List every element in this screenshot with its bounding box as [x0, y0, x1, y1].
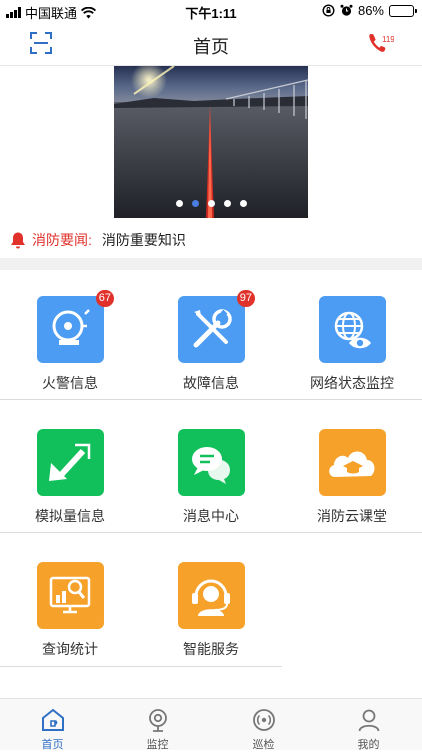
status-right: 86%	[322, 3, 417, 18]
fault-item[interactable]: 97 故障信息	[141, 270, 281, 400]
status-bar: 中国联通 下午1:11 86%	[0, 0, 422, 22]
expand-arrows-icon	[49, 443, 91, 481]
carousel-dot[interactable]	[223, 200, 231, 207]
query-stats-tile	[37, 562, 104, 629]
carousel-dots	[114, 200, 308, 207]
cloud-graduation-icon	[329, 451, 375, 477]
globe-eye-icon	[334, 311, 371, 349]
phone-number-label: 119	[382, 35, 394, 44]
rotation-lock-icon	[322, 4, 335, 17]
feature-row: 67 火警信息 97 故障信息 网络状态监控	[0, 270, 422, 400]
message-center-tile	[178, 429, 245, 496]
query-stats-label: 查询统计	[42, 641, 98, 657]
smart-service-tile	[178, 562, 245, 629]
smart-service-label: 智能服务	[183, 641, 239, 657]
news-ticker[interactable]: 消防要闻: 消防重要知识	[0, 226, 422, 254]
fire-classroom-label: 消防云课堂	[317, 508, 387, 524]
fault-badge: 97	[236, 290, 255, 307]
camera-icon	[149, 709, 167, 732]
analog-tile	[37, 429, 104, 496]
network-monitor-tile	[319, 296, 386, 363]
chat-bubbles-icon	[192, 447, 230, 484]
fire-classroom-item[interactable]: 消防云课堂	[282, 403, 422, 533]
row-divider	[0, 666, 282, 667]
message-center-item[interactable]: 消息中心	[141, 403, 281, 533]
network-monitor-item[interactable]: 网络状态监控	[282, 270, 422, 400]
carousel-dot[interactable]	[191, 200, 199, 207]
fault-label: 故障信息	[183, 375, 239, 391]
banner-image	[114, 66, 308, 218]
smart-service-item[interactable]: 智能服务	[141, 536, 281, 666]
query-stats-item[interactable]: 查询统计	[0, 536, 140, 666]
tab-home[interactable]: 首页	[0, 699, 105, 751]
analog-item[interactable]: 模拟量信息	[0, 403, 140, 533]
alarm-clock-icon	[340, 4, 353, 16]
headset-agent-icon	[192, 579, 230, 616]
fault-tile: 97	[178, 290, 255, 363]
emergency-call-button[interactable]: 119	[368, 31, 394, 55]
tab-bar: 首页 监控 巡检 我的	[0, 698, 422, 751]
news-headline[interactable]: 消防重要知识	[102, 230, 186, 250]
battery-percent: 86%	[357, 3, 384, 18]
tab-mine[interactable]: 我的	[316, 699, 421, 751]
tab-inspection[interactable]: 巡检	[211, 699, 316, 751]
fire-alarm-item[interactable]: 67 火警信息	[0, 270, 140, 400]
message-center-label: 消息中心	[183, 508, 239, 524]
fire-alarm-badge: 67	[95, 290, 114, 307]
home-icon	[42, 708, 64, 731]
network-monitor-label: 网络状态监控	[310, 375, 394, 391]
feature-row: 查询统计 智能服务	[0, 536, 422, 666]
banner-carousel[interactable]	[114, 66, 308, 218]
fire-alarm-tile: 67	[37, 290, 114, 363]
radar-icon	[253, 709, 275, 731]
carousel-dot[interactable]	[175, 200, 183, 207]
section-divider	[0, 258, 422, 270]
tab-monitor[interactable]: 监控	[105, 699, 210, 751]
battery-icon	[389, 4, 417, 17]
analog-label: 模拟量信息	[35, 508, 105, 524]
bell-icon	[11, 232, 25, 249]
tools-icon	[193, 309, 232, 348]
alarm-bell-icon	[52, 309, 90, 345]
fire-classroom-tile	[319, 429, 386, 496]
carousel-dot[interactable]	[207, 200, 215, 207]
carousel-dot[interactable]	[239, 200, 247, 207]
news-tag: 消防要闻:	[32, 232, 92, 248]
page-title: 首页	[193, 37, 229, 57]
feature-row: 模拟量信息 消息中心 消防云课堂	[0, 403, 422, 533]
nav-bar: 首页 119	[0, 22, 422, 66]
search-chart-icon	[49, 576, 91, 614]
user-icon	[358, 709, 380, 732]
fire-alarm-label: 火警信息	[42, 375, 98, 391]
